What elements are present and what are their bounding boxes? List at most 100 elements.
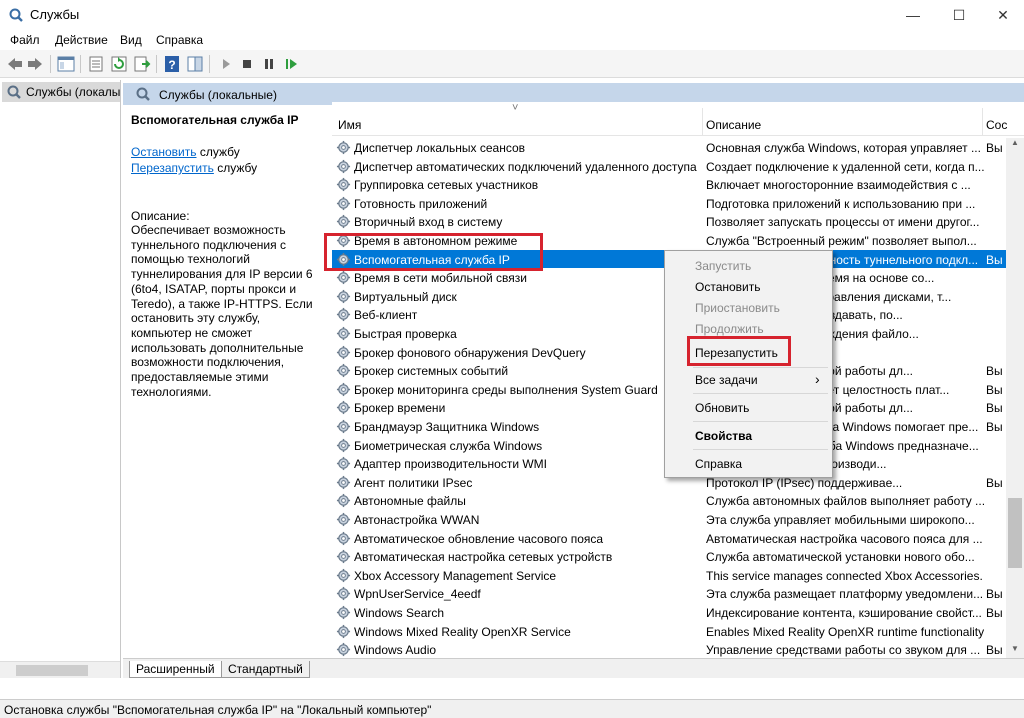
forward-icon[interactable] <box>26 55 44 73</box>
table-row[interactable]: Автономные файлы Служба автономных файлов… <box>332 491 1006 510</box>
service-name-cell: Брокер системных событий <box>354 364 509 379</box>
service-gear-icon <box>336 400 351 415</box>
column-divider[interactable] <box>702 108 703 136</box>
menu-item-help[interactable]: Справка <box>695 457 742 471</box>
properties-icon[interactable] <box>87 55 105 73</box>
service-name-cell: Вспомогательная служба IP <box>354 252 510 267</box>
scrollbar-thumb[interactable] <box>1008 498 1022 568</box>
menu-help[interactable]: Справка <box>156 33 203 47</box>
service-name-cell: Веб-клиент <box>354 308 418 323</box>
service-name-cell: Диспетчер автоматических подключений уда… <box>354 159 697 174</box>
show-hide-action-pane-icon[interactable] <box>186 55 204 73</box>
toolbar-divider <box>80 55 81 73</box>
stop-service-icon[interactable] <box>238 55 256 73</box>
services-app-icon <box>9 8 23 22</box>
export-list-icon[interactable] <box>133 55 151 73</box>
tab-extended[interactable]: Расширенный <box>129 661 222 678</box>
refresh-icon[interactable] <box>110 55 128 73</box>
console-tree-icon[interactable] <box>57 55 75 73</box>
table-row[interactable]: Время в автономном режиме Служба "Встроен… <box>332 231 1006 250</box>
view-tabs: Расширенный Стандартный <box>123 658 1024 678</box>
service-gear-icon <box>336 140 351 155</box>
service-description-cell: Эта служба размещает платформу уведомлен… <box>706 587 984 602</box>
close-button[interactable]: ✕ <box>980 0 1024 30</box>
menu-item-resume[interactable]: Продолжить <box>695 322 764 336</box>
restart-action-line: Перезапустить службу <box>131 161 321 175</box>
column-header-status[interactable]: Сос <box>986 118 1007 132</box>
help-icon[interactable]: ? <box>163 55 181 73</box>
table-row[interactable]: Группировка сетевых участников Включает м… <box>332 175 1006 194</box>
table-row[interactable]: Вторичный вход в систему Позволяет запуск… <box>332 212 1006 231</box>
toolbar-divider <box>209 55 210 73</box>
service-gear-icon <box>336 438 351 453</box>
service-description-pane: Вспомогательная служба IP Остановить слу… <box>123 105 327 675</box>
scroll-down-icon[interactable]: ▼ <box>1006 644 1024 658</box>
service-gear-icon <box>336 289 351 304</box>
table-row[interactable]: Автоматическое обновление часового пояса… <box>332 529 1006 548</box>
service-gear-icon <box>336 159 351 174</box>
table-row[interactable]: Автонастройка WWAN Эта служба управляет м… <box>332 510 1006 529</box>
back-icon[interactable] <box>6 55 24 73</box>
table-row[interactable]: WpnUserService_4eedf Эта служба размещает… <box>332 584 1006 603</box>
tree-horizontal-scrollbar[interactable] <box>0 661 120 678</box>
service-name-cell: Автонастройка WWAN <box>354 513 480 527</box>
service-gear-icon <box>336 363 351 378</box>
main-panel: Службы (локальные) Вспомогательная служб… <box>123 80 1024 678</box>
restart-service-icon[interactable] <box>283 55 301 73</box>
service-gear-icon <box>336 586 351 601</box>
table-row[interactable]: Диспетчер локальных сеансов Основная служ… <box>332 138 1006 157</box>
menu-separator <box>693 421 828 422</box>
table-row[interactable]: Windows Mixed Reality OpenXR Service Enab… <box>332 622 1006 641</box>
menu-file[interactable]: Файл <box>10 33 40 47</box>
menu-item-all-tasks[interactable]: Все задачи <box>695 373 758 387</box>
column-header-description[interactable]: Описание <box>706 118 761 132</box>
table-row[interactable]: Windows Audio Управление средствами работ… <box>332 640 1006 658</box>
service-name-cell: Xbox Accessory Management Service <box>354 568 557 583</box>
pause-service-icon[interactable] <box>260 55 278 73</box>
menu-item-stop[interactable]: Остановить <box>695 280 761 294</box>
scrollbar-thumb[interactable] <box>16 665 88 676</box>
service-description-cell: Служба автоматической установки нового о… <box>706 550 975 565</box>
menu-view[interactable]: Вид <box>120 33 142 47</box>
maximize-button[interactable]: ☐ <box>936 0 982 30</box>
restart-service-link[interactable]: Перезапустить <box>131 161 214 175</box>
service-description-cell: Индексирование контента, кэширование сво… <box>706 606 982 620</box>
scroll-up-icon[interactable]: ▲ <box>1006 138 1024 152</box>
service-name-cell: Время в автономном режиме <box>354 234 518 248</box>
list-vertical-scrollbar[interactable]: ▲ ▼ <box>1006 138 1024 658</box>
service-description-cell: Эта служба управляет мобильными широкопо… <box>706 513 975 527</box>
service-description-cell: Управление средствами работы со звуком д… <box>706 643 981 658</box>
menu-action[interactable]: Действие <box>55 33 108 47</box>
tree-node-services-local[interactable]: Службы (локалы <box>2 82 120 102</box>
menu-item-refresh[interactable]: Обновить <box>695 401 749 415</box>
table-row[interactable]: Windows Search Индексирование контента, к… <box>332 603 1006 622</box>
service-description-cell: Основная служба Windows, которая управля… <box>706 141 981 155</box>
list-header: ˅ Имя Описание Сос <box>332 102 1024 136</box>
service-name-cell: Брокер времени <box>354 401 446 416</box>
toolbar-divider <box>156 55 157 73</box>
service-gear-icon <box>336 252 351 267</box>
service-name-cell: Быстрая проверка <box>354 327 457 341</box>
stop-service-link[interactable]: Остановить <box>131 145 197 159</box>
service-description-cell: Создает подключение к удаленной сети, ко… <box>706 159 985 174</box>
service-gear-icon <box>336 419 351 434</box>
column-divider[interactable] <box>982 108 983 136</box>
service-name-cell: Брокер мониторинга среды выполнения Syst… <box>354 382 658 397</box>
column-header-name[interactable]: Имя <box>338 118 361 132</box>
service-gear-icon <box>336 512 351 527</box>
minimize-button[interactable]: — <box>890 0 936 30</box>
menu-item-start[interactable]: Запустить <box>695 259 751 273</box>
service-name-cell: Время в сети мобильной связи <box>354 271 527 286</box>
menu-item-restart[interactable]: Перезапустить <box>695 346 778 360</box>
table-row[interactable]: Автоматическая настройка сетевых устройс… <box>332 547 1006 566</box>
services-icon <box>136 87 150 101</box>
menu-item-pause[interactable]: Приостановить <box>695 301 780 315</box>
start-service-icon[interactable] <box>217 55 235 73</box>
service-name-cell: Автоматическая настройка сетевых устройс… <box>354 550 613 565</box>
description-label: Описание: <box>131 209 190 223</box>
table-row[interactable]: Готовность приложений Подготовка приложен… <box>332 194 1006 213</box>
table-row[interactable]: Диспетчер автоматических подключений уда… <box>332 157 1006 176</box>
tab-standard[interactable]: Стандартный <box>221 661 310 678</box>
menu-item-properties[interactable]: Свойства <box>695 429 752 443</box>
table-row[interactable]: Xbox Accessory Management Service This se… <box>332 566 1006 585</box>
